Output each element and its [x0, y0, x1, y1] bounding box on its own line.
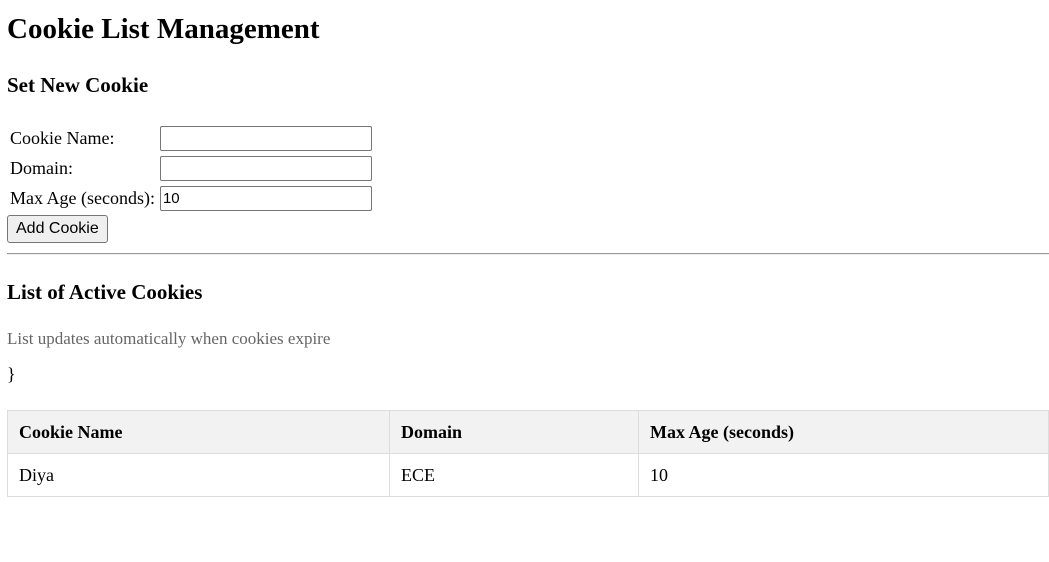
domain-label: Domain: [10, 157, 73, 178]
page-title: Cookie List Management [7, 13, 320, 45]
form-row-max-age: Max Age (seconds): [9, 184, 373, 212]
add-cookie-button[interactable]: Add Cookie [7, 215, 108, 243]
max-age-label: Max Age (seconds): [10, 187, 155, 208]
form-row-name: Cookie Name: [9, 124, 373, 152]
cookie-name-input[interactable] [159, 126, 372, 151]
cookie-name-cell [159, 124, 373, 152]
max-age-input[interactable] [159, 186, 372, 211]
column-header-cookie-name: Cookie Name [7, 410, 390, 454]
active-cookies-heading: List of Active Cookies [7, 280, 203, 304]
table-row: Diya ECE 10 [7, 453, 1049, 497]
column-header-domain: Domain [389, 410, 639, 454]
column-header-max-age: Max Age (seconds) [638, 410, 1049, 454]
cell-domain: ECE [389, 453, 639, 497]
auto-update-note: List updates automatically when cookies … [7, 329, 331, 348]
table-header-row: Cookie Name Domain Max Age (seconds) [7, 410, 1049, 454]
cookie-form: Cookie Name: Domain: Max Age (seconds): [7, 122, 375, 214]
cell-cookie-name: Diya [7, 453, 390, 497]
stray-brace-text: } [7, 364, 16, 384]
cookie-name-label: Cookie Name: [10, 127, 115, 148]
domain-input[interactable] [159, 156, 372, 181]
max-age-cell [159, 184, 373, 212]
set-cookie-heading: Set New Cookie [7, 73, 149, 97]
domain-cell [159, 154, 373, 182]
form-row-domain: Domain: [9, 154, 373, 182]
cookie-table: Cookie Name Domain Max Age (seconds) Diy… [7, 410, 1049, 497]
cell-max-age: 10 [638, 453, 1049, 497]
section-divider [7, 253, 1049, 255]
